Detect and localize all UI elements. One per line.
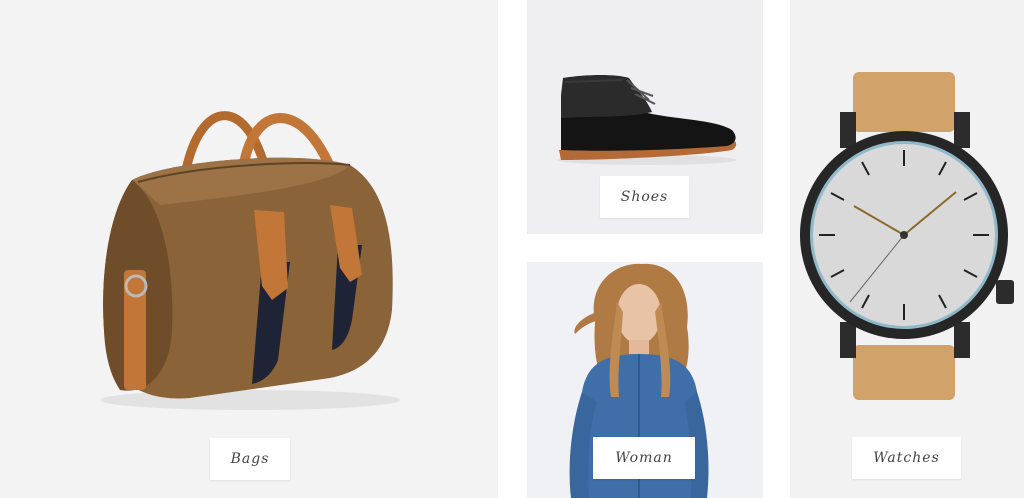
category-tile-shoes[interactable]: Shoes (527, 0, 763, 234)
woman-button[interactable]: Woman (593, 437, 695, 479)
category-grid: Bags Shoes Woman Watches (0, 0, 1024, 498)
bags-button[interactable]: Bags (210, 438, 290, 480)
watch-image[interactable] (790, 0, 1024, 498)
shoes-button[interactable]: Shoes (600, 176, 689, 218)
category-tile-watches[interactable]: Watches (790, 0, 1024, 498)
category-tile-woman[interactable]: Woman (527, 262, 763, 498)
watches-button[interactable]: Watches (852, 437, 961, 479)
bag-image[interactable] (0, 0, 498, 498)
category-tile-bags[interactable]: Bags (0, 0, 498, 498)
